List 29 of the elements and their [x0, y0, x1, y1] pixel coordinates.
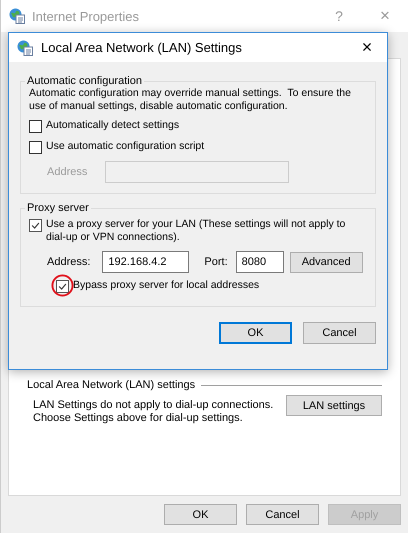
dialog-title: Local Area Network (LAN) Settings — [41, 40, 243, 55]
group-title: Automatic configuration — [26, 75, 143, 87]
checkbox[interactable] — [29, 120, 42, 133]
port-field[interactable]: 8080 — [236, 251, 284, 273]
dialog-button[interactable]: Cancel — [303, 322, 376, 344]
globe-icon — [17, 40, 33, 56]
checkbox[interactable] — [29, 141, 42, 154]
field-label: Port: — [204, 256, 228, 268]
checkbox-label: Bypass proxy server for local addresses — [73, 279, 260, 292]
window-title: Internet Properties — [32, 8, 140, 24]
lan-settings-button[interactable]: LAN settings — [286, 395, 382, 416]
checkbox-label: Automatically detect settings — [46, 119, 180, 132]
advanced-button[interactable]: Advanced — [290, 252, 363, 272]
checkbox-label: Use a proxy server for your LAN (These settings will not apply to dial-up or VPN connections). — [46, 218, 346, 244]
checkbox[interactable] — [56, 280, 69, 293]
group-description: Automatic configuration may override manual settings. To ensure the use of manual settings, disable automatic configuration. — [29, 87, 352, 113]
checkbox[interactable] — [29, 219, 42, 232]
group-title: Proxy server — [26, 202, 90, 214]
checkbox-label: Use automatic configuration script — [46, 140, 204, 153]
field-label: Address — [47, 166, 88, 178]
section-heading: Local Area Network (LAN) settings — [27, 379, 196, 391]
address-field[interactable]: 192.168.4.2 — [102, 251, 190, 273]
field-label: Address: — [47, 256, 90, 268]
globe-icon — [9, 8, 25, 24]
dialog-button[interactable]: OK — [164, 504, 237, 525]
section-description: LAN Settings do not apply to dial-up connections. Choose Settings above for dial-up settings. — [33, 399, 274, 425]
dialog-button[interactable]: Cancel — [246, 504, 319, 525]
close-button[interactable]: × — [347, 37, 387, 58]
dialog-button[interactable]: OK — [219, 322, 292, 344]
